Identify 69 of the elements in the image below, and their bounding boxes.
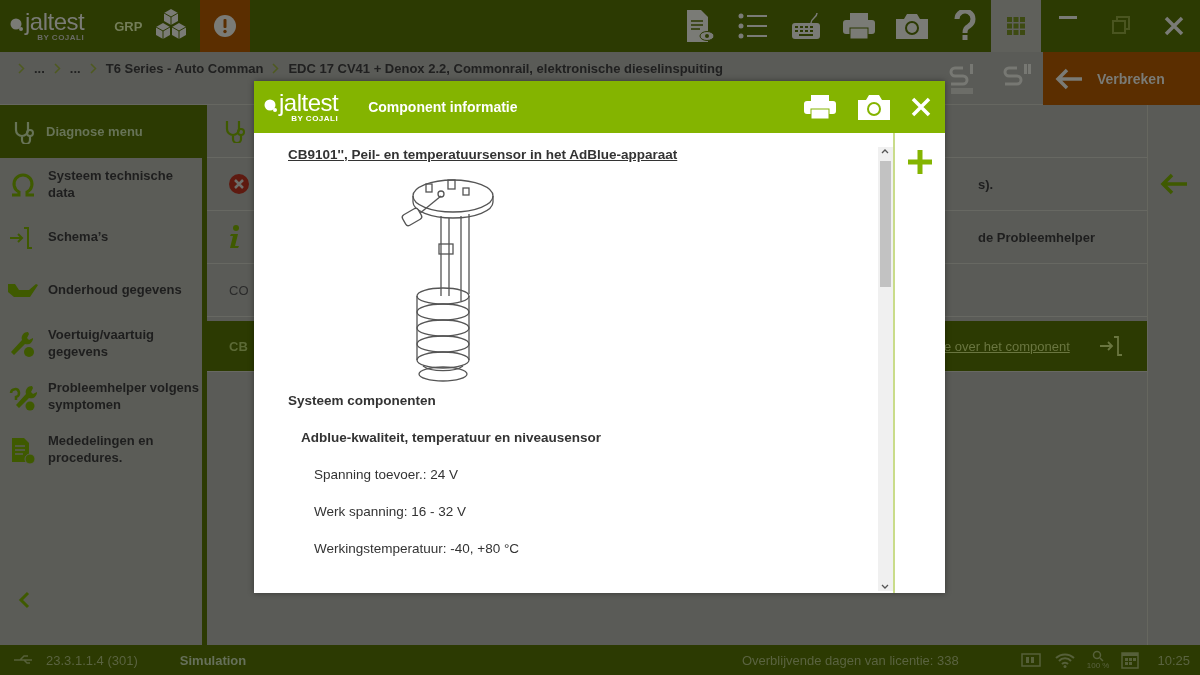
breadcrumb-item[interactable]: EDC 17 CV41 + Denox 2.2, Commonrail, elektronische dieselinspuiting xyxy=(288,61,723,76)
component-name: Adblue-kwaliteit, temperatuur en niveausensor xyxy=(301,430,603,445)
breadcrumb-item[interactable]: ... xyxy=(69,61,81,76)
logo-wordmark: jaltest xyxy=(10,10,85,34)
wifi-icon[interactable] xyxy=(1054,652,1075,668)
minimize-icon[interactable] xyxy=(1058,16,1077,20)
grid-icon xyxy=(1007,17,1025,35)
sidebar-item[interactable]: Onderhoud gegevens xyxy=(0,264,202,317)
stethoscope-icon xyxy=(223,119,245,143)
chevron-icon xyxy=(272,63,280,74)
scroll-down-icon[interactable] xyxy=(880,583,890,591)
diagnose-menu-header[interactable]: Diagnose menu xyxy=(0,105,202,158)
exclamation-icon xyxy=(213,14,238,38)
alert-button[interactable] xyxy=(200,0,251,52)
sidebar-item[interactable]: Voertuig/vaartuig gegevens xyxy=(0,317,202,370)
row-text: s). xyxy=(978,176,995,192)
component-link[interactable]: e over het component xyxy=(944,338,1070,354)
logo-mark-icon xyxy=(10,17,24,31)
stethoscope-icon xyxy=(12,119,34,144)
component-heading: CB9101'', Peil- en temperatuursensor in het AdBlue-apparaat xyxy=(288,147,678,162)
disconnect-button[interactable]: Verbreken xyxy=(1043,52,1200,105)
printer-icon[interactable] xyxy=(841,12,876,40)
version-text: 23.3.1.1.4 (301) xyxy=(46,652,138,668)
spec-text: Spanning toevoer.: 24 V xyxy=(314,467,460,482)
error-icon xyxy=(229,174,249,194)
logo-byline: BY COJALI xyxy=(291,115,339,123)
scroll-up-icon[interactable] xyxy=(880,147,890,155)
mode-text: Simulation xyxy=(179,652,247,668)
printer-icon[interactable] xyxy=(803,94,837,120)
license-text: Overblijvende dagen van licentie: 338 xyxy=(741,652,959,668)
clock-text: 10:25 xyxy=(1157,652,1190,668)
sidebar-item[interactable]: Mededelingen en procedures. xyxy=(0,423,202,476)
restore-icon[interactable] xyxy=(1111,16,1130,34)
spec-text: Werkingstemperatuur: -40, +80 °C xyxy=(314,541,521,556)
list-icon[interactable] xyxy=(737,12,768,40)
cubes-icon[interactable] xyxy=(154,7,189,41)
apps-button[interactable] xyxy=(991,0,1041,52)
schematic-icon[interactable] xyxy=(1099,334,1123,358)
chevron-icon xyxy=(53,63,61,74)
keyboard-icon[interactable] xyxy=(790,11,821,41)
back-arrow-icon xyxy=(1055,67,1083,90)
scrollbar-thumb[interactable] xyxy=(880,161,891,287)
logo-byline: BY COJALI xyxy=(37,34,85,42)
info-icon xyxy=(229,225,241,249)
sidebar-item[interactable]: Schema’s xyxy=(0,211,202,264)
dialog-title: Component informatie xyxy=(368,99,518,115)
row-text: de Probleemhelper xyxy=(978,229,1097,245)
close-icon[interactable] xyxy=(1163,16,1184,36)
document-view-icon[interactable] xyxy=(684,9,715,43)
chevron-icon xyxy=(18,63,25,74)
battery-icon[interactable] xyxy=(1020,653,1043,667)
breadcrumb-item[interactable]: T6 Series - Auto Comman xyxy=(105,61,264,76)
logo-wordmark: jaltest xyxy=(264,91,339,115)
camera-icon[interactable] xyxy=(857,93,891,121)
sidebar-item[interactable]: Probleemhelper volgens symptomen xyxy=(0,370,202,423)
scrollbar[interactable] xyxy=(878,147,893,591)
section-heading: Systeem componenten xyxy=(288,393,437,408)
magnifier-icon xyxy=(1092,650,1105,662)
calendar-icon[interactable] xyxy=(1121,651,1140,669)
usb-icon xyxy=(14,655,34,665)
logo-mark-icon xyxy=(264,98,278,112)
camera-icon[interactable] xyxy=(894,12,929,40)
sidebar-item[interactable]: Systeem technische data xyxy=(0,158,202,211)
breadcrumb-item[interactable]: ... xyxy=(34,61,45,76)
spec-text: Werk spanning: 16 - 32 V xyxy=(314,504,468,519)
plus-icon[interactable] xyxy=(907,149,933,175)
chevron-icon xyxy=(89,63,97,74)
help-icon[interactable] xyxy=(953,10,976,42)
group-label: GRP xyxy=(114,18,143,34)
